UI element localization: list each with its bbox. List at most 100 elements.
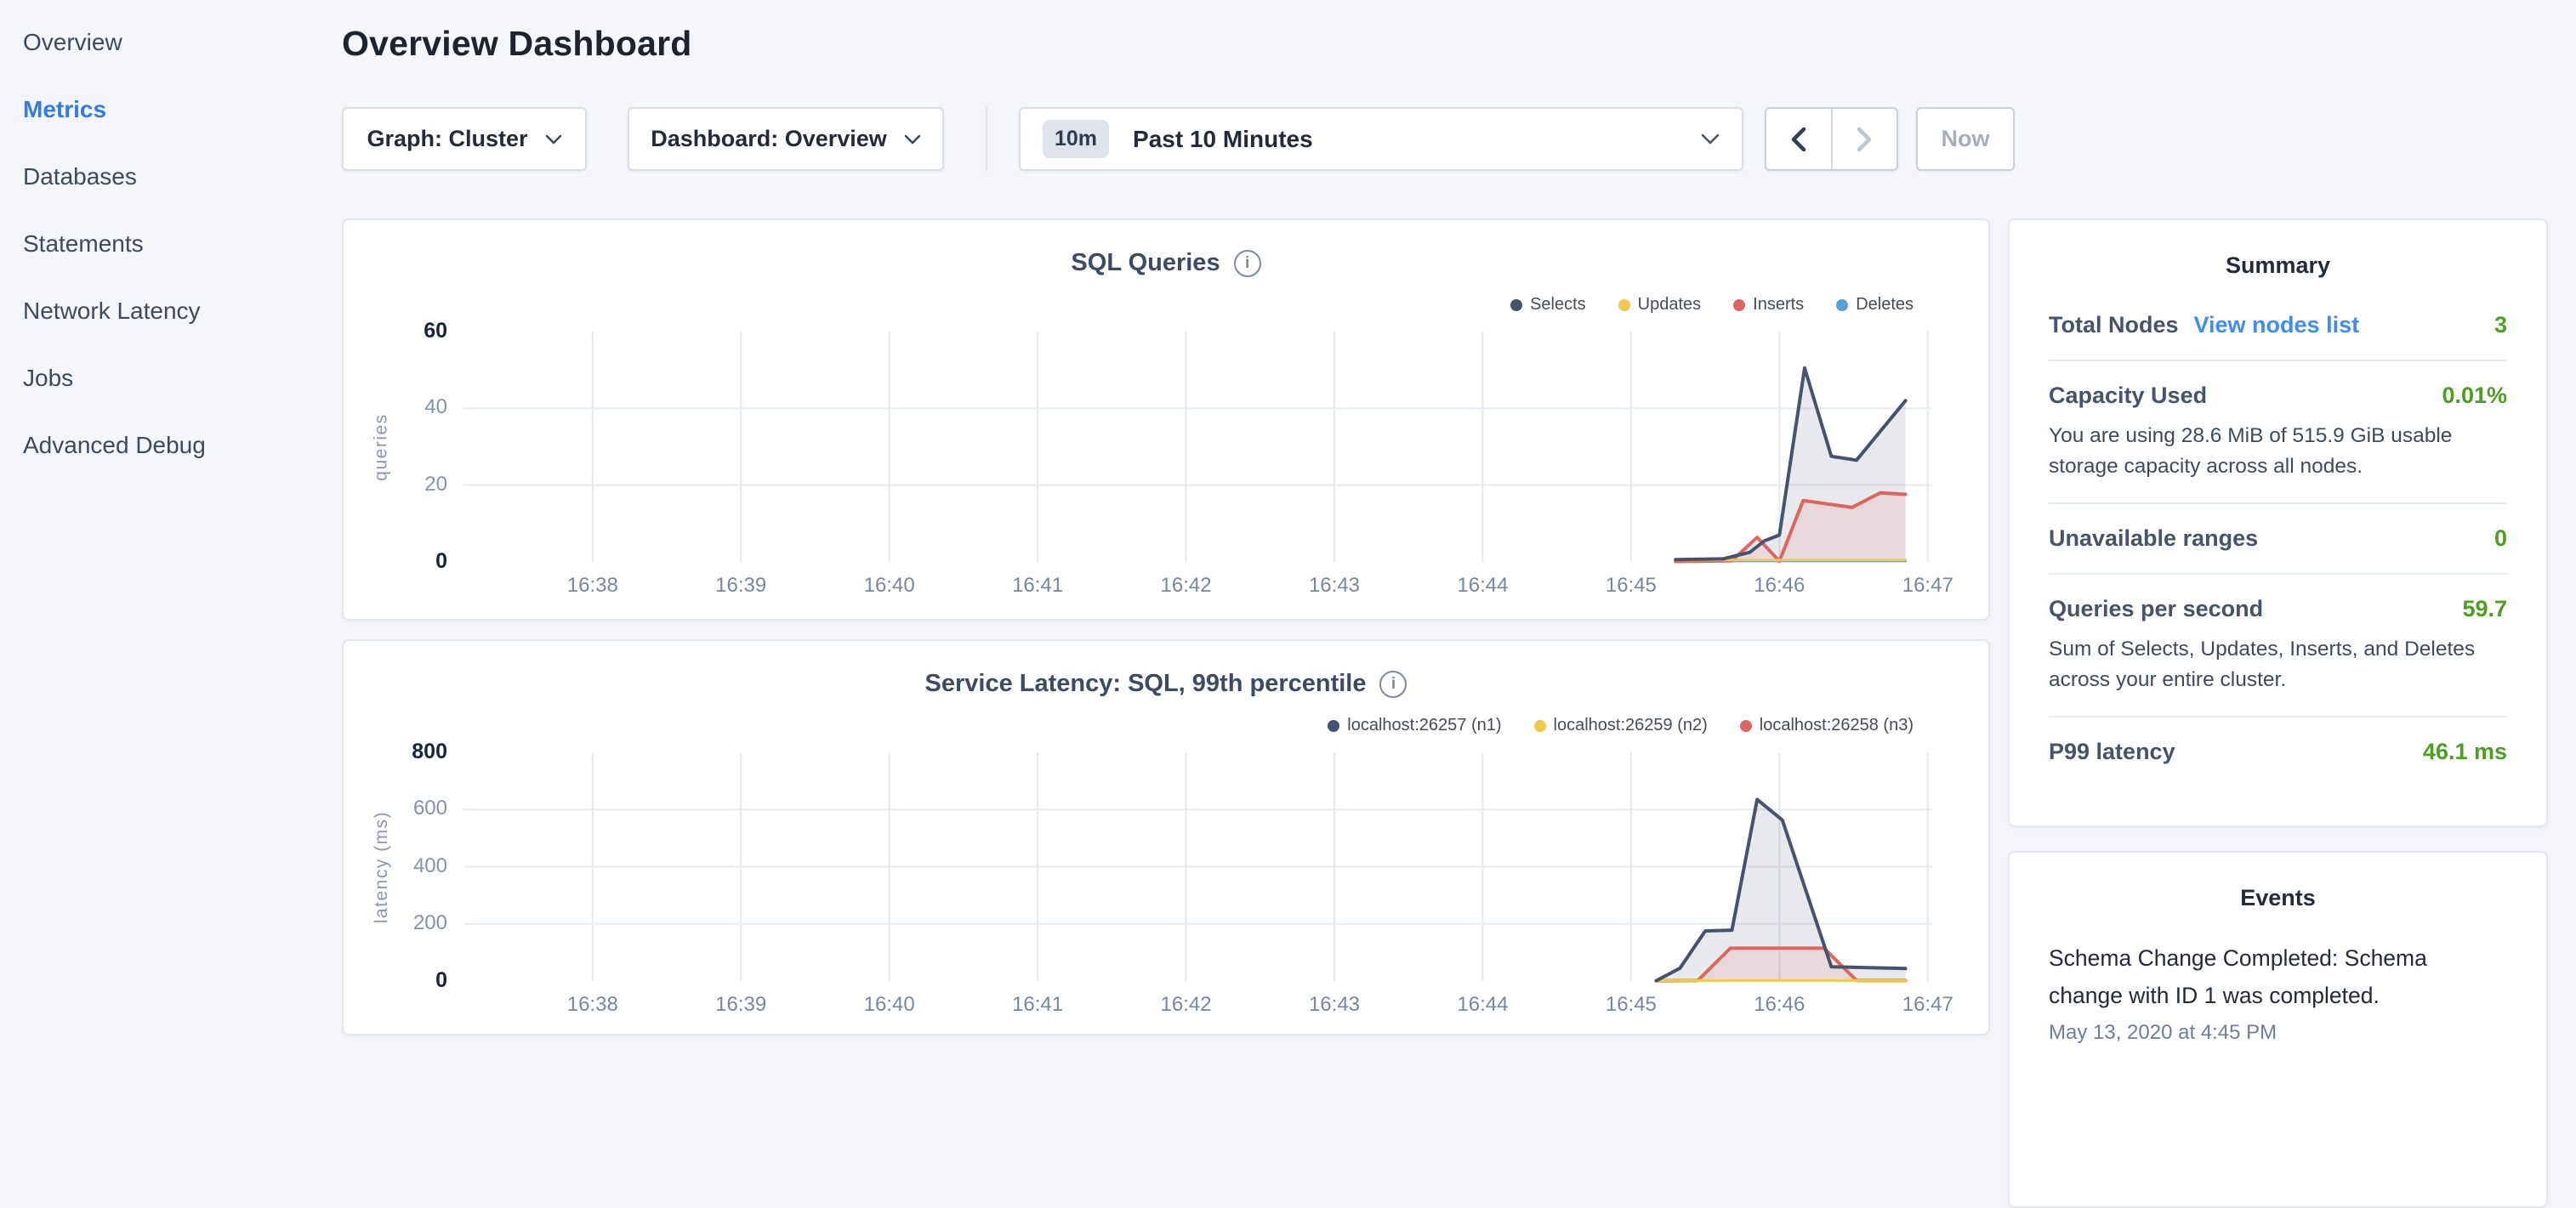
- x-axis-tick: 16:44: [1423, 993, 1542, 1017]
- page-title: Overview Dashboard: [342, 24, 691, 64]
- x-axis-tick: 16:45: [1572, 993, 1691, 1017]
- legend-item-localhost-26258-n3-[interactable]: localhost:26258 (n3): [1740, 716, 1914, 735]
- next-range-button[interactable]: [1831, 109, 1897, 169]
- prev-range-button[interactable]: [1766, 109, 1831, 169]
- legend-label: localhost:26259 (n2): [1554, 716, 1708, 735]
- summary-row-description: Sum of Selects, Updates, Inserts, and De…: [2049, 634, 2507, 695]
- chevron-right-icon: [1855, 127, 1874, 152]
- legend-item-inserts[interactable]: Inserts: [1733, 295, 1804, 315]
- sidebar-item-databases[interactable]: Databases: [0, 143, 323, 210]
- x-axis-tick: 16:38: [533, 574, 652, 598]
- summary-row-value: 0.01%: [2442, 383, 2507, 409]
- summary-row: Total Nodes View nodes list 3: [2049, 291, 2507, 360]
- x-axis-tick: 16:47: [1868, 993, 1987, 1017]
- sidebar-item-jobs[interactable]: Jobs: [0, 344, 323, 411]
- legend-label: Updates: [1638, 295, 1702, 315]
- sidebar: OverviewMetricsDatabasesStatementsNetwor…: [0, 0, 323, 479]
- time-range-selector[interactable]: 10m Past 10 Minutes: [1019, 107, 1743, 171]
- info-icon[interactable]: i: [1234, 250, 1261, 277]
- legend-item-updates[interactable]: Updates: [1618, 295, 1702, 315]
- legend-item-deletes[interactable]: Deletes: [1836, 295, 1914, 315]
- sql-queries-chart-card: SQL Queries i Selects Updates Inserts Delet…: [342, 218, 1990, 621]
- x-axis-tick: 16:41: [978, 574, 1097, 598]
- summary-title: Summary: [2010, 252, 2546, 279]
- x-axis-tick: 16:38: [533, 993, 652, 1017]
- sidebar-item-advanced-debug[interactable]: Advanced Debug: [0, 411, 323, 479]
- summary-row: Capacity Used 0.01% You are using 28.6 MiB…: [2049, 360, 2507, 502]
- dashboard-dropdown[interactable]: Dashboard: Overview: [628, 107, 944, 171]
- x-axis-tick: 16:41: [978, 993, 1097, 1017]
- x-axis-tick: 16:39: [681, 574, 800, 598]
- summary-row-label: P99 latency: [2049, 739, 2175, 765]
- chart-title: Service Latency: SQL, 99th percentile: [925, 670, 1367, 698]
- legend-dot-icon: [1836, 299, 1848, 311]
- legend-item-localhost-26259-n2-[interactable]: localhost:26259 (n2): [1534, 716, 1708, 735]
- view-nodes-link[interactable]: View nodes list: [2194, 312, 2360, 338]
- controls-divider: [986, 107, 987, 171]
- y-axis-label: queries: [364, 332, 400, 562]
- summary-panel: Summary Total Nodes View nodes list 3 Capac…: [2008, 218, 2548, 827]
- legend-dot-icon: [1740, 720, 1752, 732]
- sidebar-item-metrics[interactable]: Metrics: [0, 76, 323, 143]
- chevron-down-icon: [1701, 133, 1720, 145]
- time-range-badge: 10m: [1043, 120, 1109, 158]
- legend-item-selects[interactable]: Selects: [1510, 295, 1586, 315]
- x-axis-tick: 16:40: [830, 574, 949, 598]
- event-item[interactable]: Schema Change Completed: Schema change w…: [2010, 911, 2546, 1045]
- events-title: Events: [2010, 885, 2546, 911]
- summary-row: Unavailable ranges 0: [2049, 502, 2507, 573]
- x-axis-tick: 16:46: [1720, 993, 1839, 1017]
- chevron-down-icon: [904, 134, 921, 145]
- summary-row: P99 latency 46.1 ms: [2049, 716, 2507, 786]
- sidebar-item-network-latency[interactable]: Network Latency: [0, 277, 323, 344]
- summary-row-value: 59.7: [2462, 596, 2507, 622]
- legend-label: Selects: [1530, 295, 1586, 315]
- graph-dropdown-label: Graph: Cluster: [367, 126, 527, 152]
- legend-dot-icon: [1328, 720, 1339, 732]
- summary-row-value: 46.1 ms: [2423, 739, 2507, 765]
- summary-row-value: 3: [2494, 312, 2507, 338]
- event-text: Schema Change Completed: Schema change w…: [2049, 940, 2470, 1014]
- chevron-down-icon: [545, 134, 562, 145]
- summary-row-value: 0: [2494, 525, 2507, 552]
- legend-dot-icon: [1510, 299, 1522, 311]
- legend-label: localhost:26258 (n3): [1760, 716, 1914, 735]
- legend-dot-icon: [1534, 720, 1546, 732]
- legend-item-localhost-26257-n1-[interactable]: localhost:26257 (n1): [1328, 716, 1501, 735]
- summary-row-label: Queries per second: [2049, 596, 2263, 622]
- legend-label: localhost:26257 (n1): [1347, 716, 1501, 735]
- chart-legend: Selects Updates Inserts Deletes: [1510, 295, 1914, 315]
- legend-dot-icon: [1733, 299, 1745, 311]
- x-axis-tick: 16:39: [681, 993, 800, 1017]
- chart-title: SQL Queries: [1071, 249, 1220, 277]
- dashboard-dropdown-label: Dashboard: Overview: [651, 126, 887, 152]
- service-latency-chart-card: Service Latency: SQL, 99th percentile i …: [342, 639, 1990, 1035]
- info-icon[interactable]: i: [1379, 671, 1407, 698]
- chart-plot-area[interactable]: [463, 752, 1932, 984]
- chevron-left-icon: [1789, 127, 1808, 152]
- sidebar-item-statements[interactable]: Statements: [0, 210, 323, 277]
- x-axis-tick: 16:44: [1423, 574, 1542, 598]
- x-axis-tick: 16:40: [830, 993, 949, 1017]
- summary-row-label: Total Nodes: [2049, 312, 2179, 338]
- events-panel: Events Schema Change Completed: Schema c…: [2008, 851, 2548, 1208]
- sidebar-item-overview[interactable]: Overview: [0, 9, 323, 76]
- graph-dropdown[interactable]: Graph: Cluster: [342, 107, 587, 171]
- legend-label: Inserts: [1753, 295, 1804, 315]
- summary-row: Queries per second 59.7 Sum of Selects, Up…: [2049, 573, 2507, 716]
- legend-dot-icon: [1618, 299, 1630, 311]
- y-axis-label: latency (ms): [364, 752, 400, 981]
- summary-row-label: Capacity Used: [2049, 383, 2207, 409]
- chart-legend: localhost:26257 (n1) localhost:26259 (n2)…: [1328, 716, 1914, 735]
- x-axis-tick: 16:43: [1275, 993, 1394, 1017]
- now-button[interactable]: Now: [1916, 107, 2015, 171]
- summary-row-label: Unavailable ranges: [2049, 525, 2258, 552]
- x-axis-tick: 16:45: [1572, 574, 1691, 598]
- summary-row-description: You are using 28.6 MiB of 515.9 GiB usab…: [2049, 421, 2507, 481]
- x-axis-tick: 16:43: [1275, 574, 1394, 598]
- chart-plot-area[interactable]: [463, 332, 1932, 565]
- legend-label: Deletes: [1856, 295, 1914, 315]
- time-step-buttons: [1765, 107, 1898, 171]
- now-button-label: Now: [1942, 126, 1990, 152]
- time-range-label: Past 10 Minutes: [1133, 126, 1684, 153]
